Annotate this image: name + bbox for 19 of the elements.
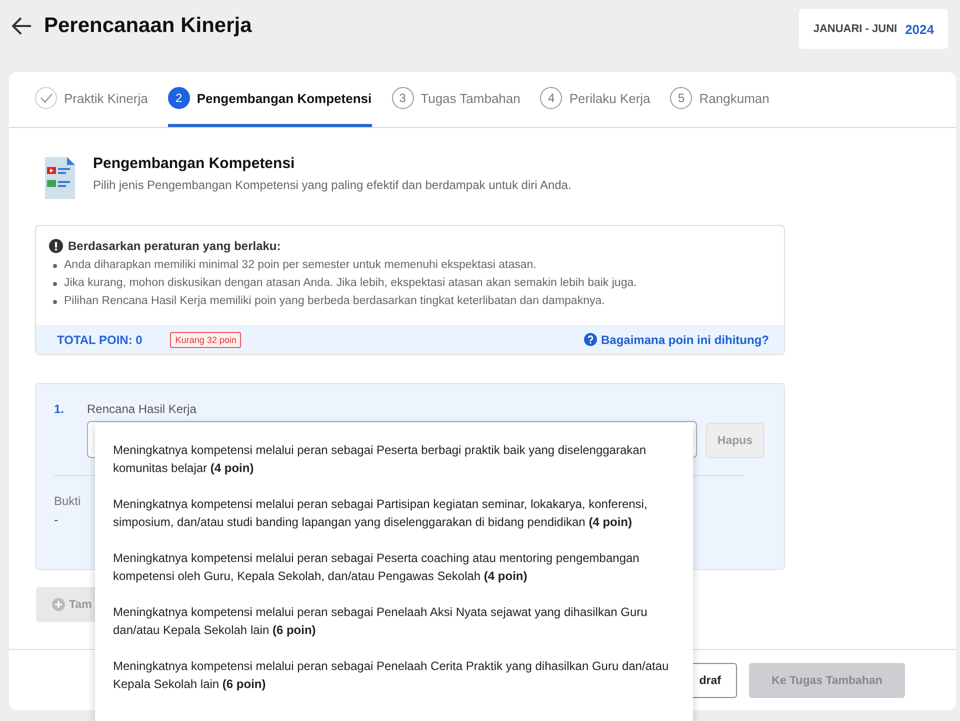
info-text: Anda diharapkan memiliki minimal 32 poin per semester untuk memenuhi ekspektasi atasan. (64, 258, 536, 273)
item-number: 1. (54, 402, 66, 416)
period-label: JANUARI - JUNI (813, 23, 898, 35)
field-label: Rencana Hasil Kerja (87, 402, 196, 416)
step-number: 4 (540, 87, 562, 109)
page-title: Perencanaan Kinerja (44, 14, 253, 38)
step-number: 5 (670, 87, 692, 109)
evidence-label: Bukti (54, 494, 81, 508)
info-title: Berdasarkan peraturan yang berlaku: (68, 239, 281, 253)
section-subtitle: Pilih jenis Pengembangan Kompetensi yang paling efektif dan berdampak untuk diri Anda. (93, 178, 572, 192)
step-number: 2 (168, 87, 190, 109)
evidence-value: - (54, 512, 58, 527)
info-text: Jika kurang, mohon diskusikan dengan atasan Anda. Jika lebih, ekspektasi atasan akan semakin lebih baik juga. (64, 276, 637, 291)
info-text: Pilihan Rencana Hasil Kerja memiliki poin yang berbeda berdasarkan tingkat keterlibatan dan dampaknya. (64, 294, 605, 309)
shortfall-tag: Kurang 32 poin (170, 332, 242, 348)
period-year: 2024 (905, 22, 934, 36)
total-points: TOTAL POIN: 0 (57, 332, 142, 346)
section-title: Pengembangan Kompetensi (93, 155, 296, 172)
step-number: 3 (392, 87, 414, 109)
